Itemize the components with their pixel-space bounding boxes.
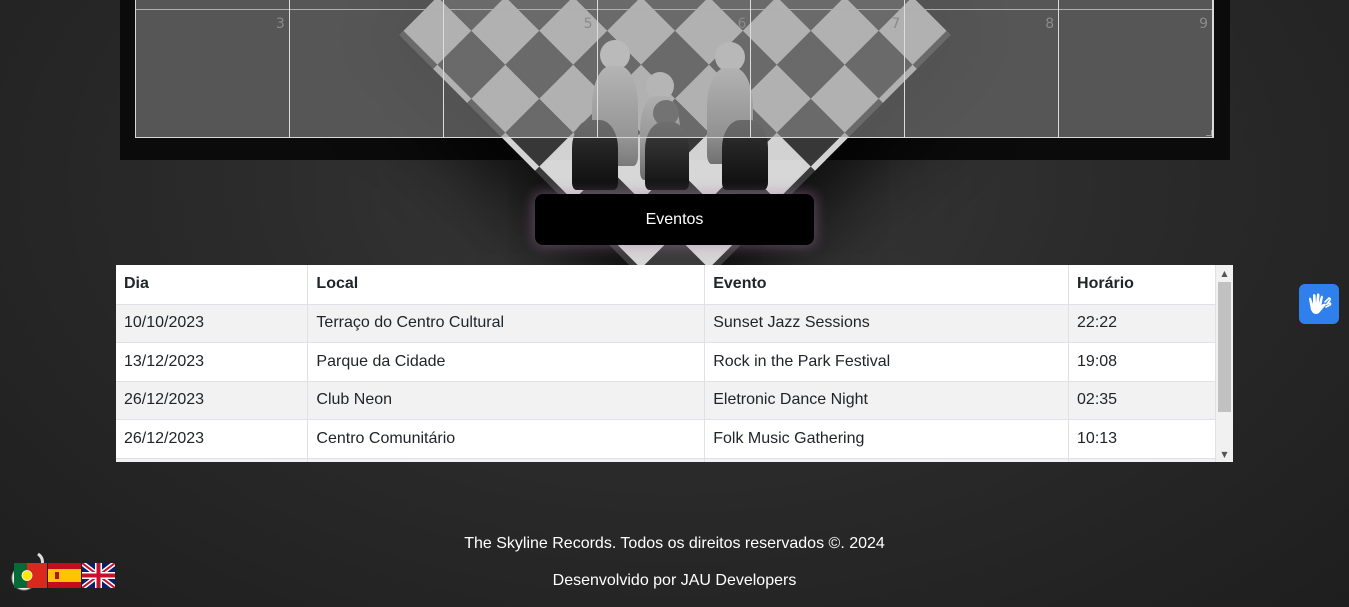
calendar-day[interactable]: 9 — [1059, 0, 1213, 137]
sign-language-hands-icon — [1309, 293, 1332, 314]
header-dia: Dia — [116, 265, 309, 305]
calendar-day-number: 9 — [1199, 16, 1208, 32]
eventos-button[interactable]: Eventos — [535, 194, 814, 245]
scroll-up-arrow-icon[interactable]: ▲ — [1216, 265, 1233, 281]
cell-dia: 26/12/2023 — [116, 381, 309, 420]
cell-local: Club Neon — [307, 381, 706, 420]
table-row: 26/12/2023 Club Neon Eletronic Dance Nig… — [116, 381, 1216, 420]
language-selector — [8, 552, 118, 592]
header-evento: Evento — [704, 265, 1070, 305]
cell-evento: Rock in the Park Festival — [704, 342, 1070, 382]
cell-horario: 02:35 — [1068, 381, 1216, 420]
calendar-day-number: 3 — [275, 16, 285, 32]
table-row: 26/12/2023 Centro Comunitário Folk Music… — [116, 419, 1216, 459]
cell-horario: 22:22 — [1068, 304, 1216, 343]
calendar-day-number: 8 — [1045, 16, 1055, 32]
cell-horario: 19:08 — [1068, 342, 1216, 382]
calendar-day[interactable]: 8 — [905, 0, 1060, 137]
table-row: 13/12/2023 Parque da Cidade Rock in the … — [116, 342, 1216, 382]
cell-evento: Eletronic Dance Night — [704, 381, 1070, 420]
calendar-day[interactable] — [290, 0, 444, 137]
calendar-week-row: 3 5 6 7 8 9 — [135, 0, 1214, 138]
events-table-container[interactable]: Dia Local Evento Horário 10/10/2023 Terr… — [116, 265, 1233, 462]
cell-local: Parque da Cidade — [307, 342, 706, 382]
cell-horario: 10:13 — [1068, 419, 1216, 459]
cell-local: Terraço do Centro Cultural — [307, 304, 706, 343]
cell-dia: 13/12/2023 — [116, 342, 309, 382]
footer-copyright: The Skyline Records. Todos os direitos r… — [464, 535, 885, 552]
cell-dia: 26/12/2023 — [116, 419, 309, 459]
scroll-thumb[interactable] — [1218, 282, 1231, 412]
resize-handle[interactable] — [1206, 130, 1212, 136]
cell-local: Centro Comunitário — [307, 419, 706, 459]
calendar-day-number: 7 — [891, 16, 901, 32]
accessibility-button[interactable] — [1299, 284, 1339, 324]
cell-evento: Folk Music Gathering — [704, 419, 1070, 459]
calendar-day[interactable]: 7 — [751, 0, 906, 137]
calendar-day[interactable]: 6 — [598, 0, 752, 137]
uk-flag-icon[interactable] — [80, 561, 117, 590]
footer-developer: Desenvolvido por JAU Developers — [552, 572, 797, 589]
scroll-down-arrow-icon[interactable]: ▼ — [1216, 446, 1233, 462]
table-scrollbar[interactable]: ▲ ▼ — [1216, 265, 1233, 462]
cell-dia: 10/10/2023 — [116, 304, 309, 343]
header-horario: Horário — [1068, 265, 1216, 305]
calendar-day[interactable]: 3 — [136, 0, 290, 137]
table-header-row: Dia Local Evento Horário — [116, 265, 1216, 305]
table-row: 10/10/2023 Terraço do Centro Cultural Su… — [116, 304, 1216, 343]
spain-flag-icon[interactable] — [48, 563, 81, 588]
calendar-day-number: 6 — [737, 16, 747, 32]
events-table: Dia Local Evento Horário 10/10/2023 Terr… — [116, 265, 1216, 462]
table-row — [116, 458, 1216, 462]
calendar-day[interactable]: 5 — [444, 0, 598, 137]
header-local: Local — [307, 265, 706, 305]
portugal-flag-icon[interactable] — [14, 563, 47, 588]
calendar-day-number: 5 — [583, 16, 593, 32]
cell-evento: Sunset Jazz Sessions — [704, 304, 1070, 343]
